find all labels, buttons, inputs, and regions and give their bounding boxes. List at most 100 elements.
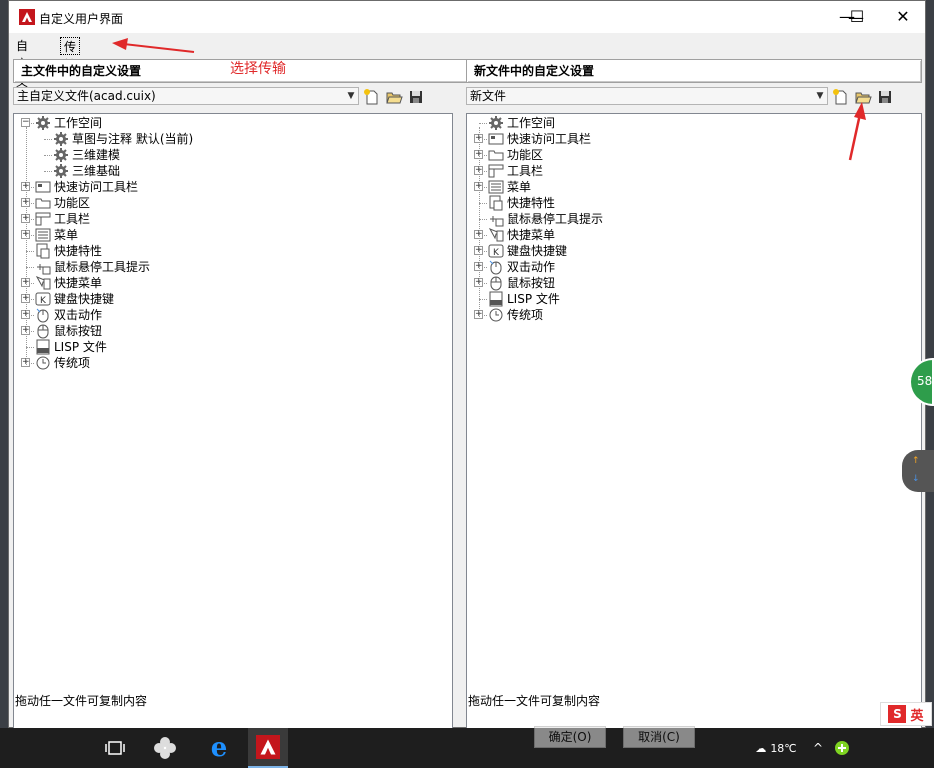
chevron-down-icon: ▼ bbox=[816, 91, 824, 101]
tab-transfer[interactable]: 传输 bbox=[60, 37, 81, 72]
gear-icon bbox=[53, 163, 69, 179]
right-file-select-value: 新文件 bbox=[470, 89, 507, 103]
window-title: 自定义用户界面 bbox=[39, 12, 124, 26]
open-file-icon[interactable] bbox=[385, 88, 403, 106]
progress-badge-value: 58 bbox=[917, 374, 933, 388]
tree-node-label: 快捷菜单 bbox=[54, 276, 103, 290]
tree-connector bbox=[479, 299, 487, 300]
upload-icon: ↑ bbox=[912, 456, 920, 466]
right-file-select[interactable]: 新文件 ▼ bbox=[466, 87, 828, 105]
fan-app-icon[interactable] bbox=[150, 728, 180, 768]
tree-connector bbox=[26, 347, 34, 348]
tree-connector bbox=[26, 267, 34, 268]
legacy-icon bbox=[488, 307, 504, 323]
download-icon: ↓ bbox=[912, 474, 920, 484]
task-view-icon[interactable] bbox=[100, 728, 130, 768]
mouse-icon bbox=[488, 275, 504, 291]
right-status-text: 拖动任一文件可复制内容 bbox=[468, 694, 601, 708]
left-file-select-value: 主自定义文件(acad.cuix) bbox=[17, 89, 156, 103]
tree-node-label: 快捷特性 bbox=[54, 244, 103, 258]
tree-node-label: 菜单 bbox=[507, 180, 532, 194]
left-status-text: 拖动任一文件可复制内容 bbox=[15, 694, 148, 708]
tree-node-label: 快捷菜单 bbox=[507, 228, 556, 242]
cancel-button[interactable]: 取消(C) bbox=[623, 726, 695, 748]
tree-node-label: 双击动作 bbox=[507, 260, 556, 274]
tree-node-label: 工作空间 bbox=[507, 116, 556, 130]
tree-connector bbox=[479, 123, 487, 124]
background-app-strip bbox=[0, 0, 8, 728]
toolbar-icon bbox=[488, 131, 504, 147]
properties-icon bbox=[35, 243, 51, 259]
maximize-icon: ☐ bbox=[849, 6, 865, 26]
edge-browser-icon[interactable]: e bbox=[204, 728, 234, 768]
customize-ui-dialog: 自定义用户界面 — 自定义 传输 主文件中的自定义设置 主自定义文件(acad.… bbox=[8, 0, 926, 745]
tree-node-label: 快速访问工具栏 bbox=[507, 132, 592, 146]
shortcut-menu-icon bbox=[488, 227, 504, 243]
keyboard-icon: K bbox=[488, 243, 504, 259]
tree-node-label: 键盘快捷键 bbox=[54, 292, 115, 306]
tree-node-label: 快捷特性 bbox=[507, 196, 556, 210]
tree-connector bbox=[44, 171, 52, 172]
tab-customize[interactable]: 自定义 bbox=[13, 37, 31, 89]
screen: 自定义用户界面 — 自定义 传输 主文件中的自定义设置 主自定义文件(acad.… bbox=[0, 0, 934, 768]
tray-app-icon[interactable] bbox=[832, 728, 852, 768]
autocad-taskbar-icon[interactable] bbox=[248, 728, 288, 768]
left-file-select[interactable]: 主自定义文件(acad.cuix) ▼ bbox=[13, 87, 359, 105]
cloud-icon: ☁ bbox=[755, 741, 767, 755]
ok-button[interactable]: 确定(O) bbox=[534, 726, 606, 748]
tree-node-label: 菜单 bbox=[54, 228, 79, 242]
tree-guide-line bbox=[479, 127, 480, 319]
tree-node-label: LISP 文件 bbox=[507, 292, 560, 306]
weather-widget[interactable]: ☁ 18℃ bbox=[746, 728, 806, 768]
tree-node-label: 双击动作 bbox=[54, 308, 103, 322]
close-button[interactable]: ✕ bbox=[880, 0, 926, 32]
collapse-icon[interactable]: − bbox=[21, 118, 30, 127]
menu-icon bbox=[488, 179, 504, 195]
lisp-icon bbox=[35, 339, 51, 355]
tree-node-label: 功能区 bbox=[507, 148, 544, 162]
sogou-icon: S bbox=[888, 705, 907, 723]
gear-icon bbox=[53, 131, 69, 147]
toolbars-icon bbox=[488, 163, 504, 179]
tree-node-label: 三维建模 bbox=[72, 148, 121, 162]
tree-guide-line bbox=[26, 127, 27, 367]
tree-node-label: 鼠标悬停工具提示 bbox=[54, 260, 151, 274]
save-icon[interactable] bbox=[407, 88, 425, 106]
annotation-text: 选择传输 bbox=[230, 61, 286, 77]
tree-node-label: 功能区 bbox=[54, 196, 91, 210]
temperature: 18℃ bbox=[770, 741, 797, 755]
chevron-up-icon[interactable]: ^ bbox=[808, 728, 828, 768]
tree-connector bbox=[479, 219, 487, 220]
tree-node-label: 工具栏 bbox=[54, 212, 91, 226]
left-tree-view[interactable]: − 工作空间 草图与注释 默认(当前) 三维建模 三维基础 + 快速访问工具栏 + 功能区 + 工具… bbox=[13, 113, 453, 745]
tree-node-label: 传统项 bbox=[54, 356, 91, 370]
maximize-button[interactable]: ☐ bbox=[834, 0, 880, 32]
chevron-down-icon: ▼ bbox=[347, 91, 355, 101]
ime-indicator[interactable]: S 英 bbox=[880, 702, 932, 726]
right-panel-header: 新文件中的自定义设置 bbox=[466, 59, 922, 83]
keyboard-icon: K bbox=[35, 291, 51, 307]
tree-node-label: 草图与注释 默认(当前) bbox=[72, 132, 194, 146]
tree-node-label: LISP 文件 bbox=[54, 340, 107, 354]
folder-icon bbox=[488, 147, 504, 163]
legacy-icon bbox=[35, 355, 51, 371]
tree-node-label: 快速访问工具栏 bbox=[54, 180, 139, 194]
tree-node-label: 传统项 bbox=[507, 308, 544, 322]
tree-node-label: 键盘快捷键 bbox=[507, 244, 568, 258]
tree-node-label: 鼠标悬停工具提示 bbox=[507, 212, 604, 226]
properties-icon bbox=[488, 195, 504, 211]
toolbars-icon bbox=[35, 211, 51, 227]
tree-node-label: 鼠标按钮 bbox=[54, 324, 103, 338]
mouse-icon bbox=[35, 323, 51, 339]
tree-node-label: 工作空间 bbox=[54, 116, 103, 130]
menu-icon bbox=[35, 227, 51, 243]
close-icon: ✕ bbox=[896, 6, 910, 26]
tooltip-icon bbox=[35, 259, 51, 275]
new-file-icon[interactable] bbox=[363, 88, 381, 106]
ime-mode: 英 bbox=[910, 708, 924, 724]
tree-connector bbox=[26, 251, 34, 252]
right-tree-view[interactable]: 工作空间 + 快速访问工具栏 + 功能区 + 工具栏 + 菜单 快捷特性 鼠标悬停工具提示 + 快捷菜单… bbox=[466, 113, 922, 745]
save-icon[interactable] bbox=[876, 88, 894, 106]
tree-connector bbox=[44, 139, 52, 140]
annotation-arrow-up bbox=[848, 102, 866, 161]
